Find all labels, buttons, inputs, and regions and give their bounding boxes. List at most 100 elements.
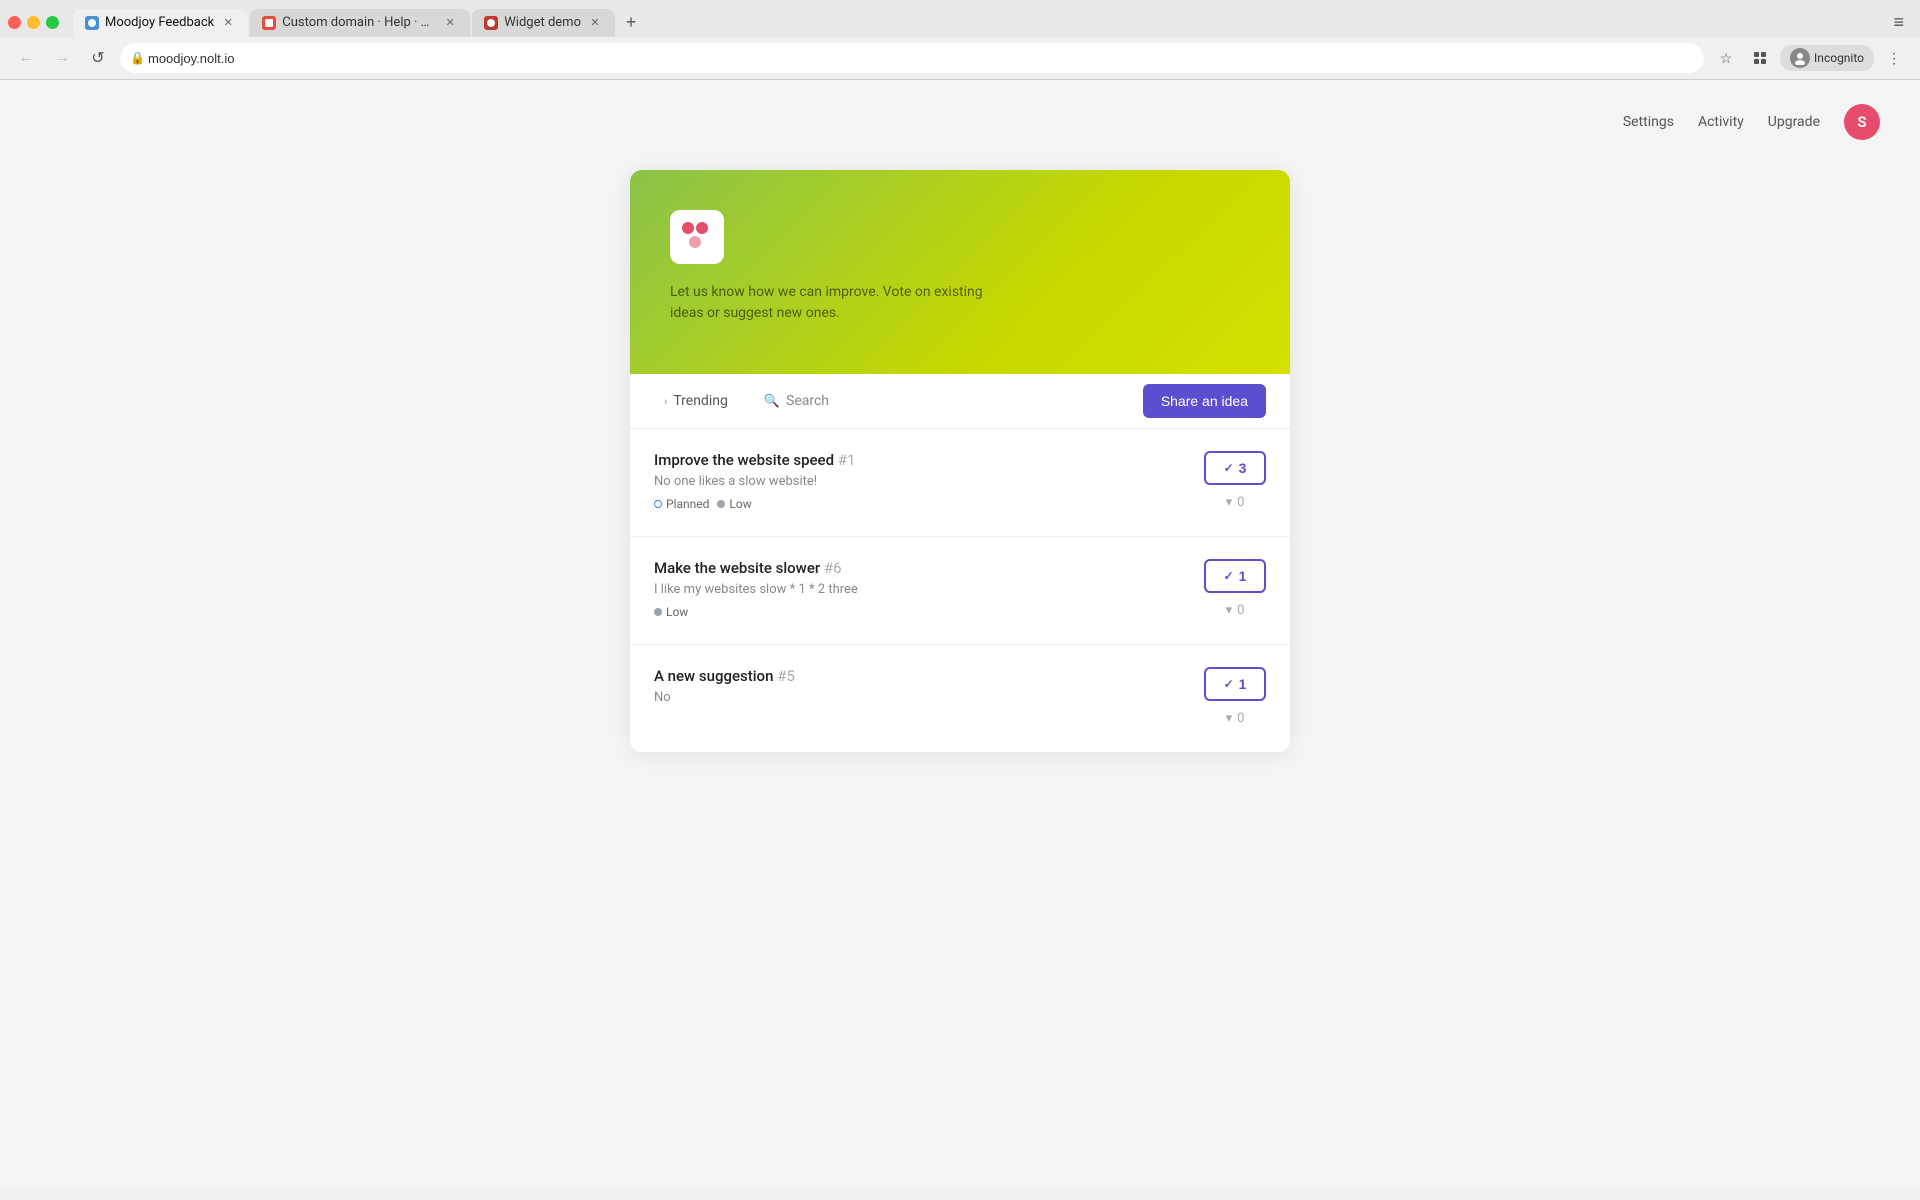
vote-up-button-3[interactable]: ✓ 1 (1204, 667, 1266, 701)
idea-tags-2: Low (654, 605, 1188, 619)
hero-banner: Let us know how we can improve. Vote on … (630, 170, 1290, 374)
idea-content-2: Make the website slower #6 I like my web… (654, 559, 1188, 619)
settings-link[interactable]: Settings (1623, 114, 1674, 130)
hero-description: Let us know how we can improve. Vote on … (670, 282, 990, 324)
forward-button[interactable]: → (48, 44, 76, 72)
tag-label-low-1: Low (729, 497, 751, 511)
window-controls (8, 16, 59, 29)
vote-check-icon-1: ✓ (1224, 461, 1234, 475)
maximize-button[interactable] (46, 16, 59, 29)
tab-overflow-button[interactable]: ≡ (1885, 8, 1912, 37)
vote-count-up-3: 1 (1239, 676, 1247, 692)
arrow-down-icon-3: ▾ (1226, 711, 1233, 726)
arrow-down-icon-2: ▾ (1226, 603, 1233, 618)
url-input[interactable] (120, 43, 1704, 73)
trending-button[interactable]: › Trending (654, 387, 738, 415)
close-button[interactable] (8, 16, 21, 29)
more-button[interactable]: ⋮ (1880, 44, 1908, 72)
idea-title-2[interactable]: Make the website slower #6 (654, 559, 1188, 577)
chevron-right-icon: › (664, 395, 667, 408)
logo-dot-2 (696, 222, 708, 234)
idea-title-1[interactable]: Improve the website speed #1 (654, 451, 1188, 469)
vote-down-1[interactable]: ▾ 0 (1218, 491, 1253, 514)
tag-label-planned: Planned (666, 497, 709, 511)
idea-description-3: No (654, 690, 1188, 705)
vote-down-3[interactable]: ▾ 0 (1218, 707, 1253, 730)
tab-bar: Moodjoy Feedback ✕ Custom domain · Help … (0, 0, 1920, 37)
vote-widget-1: ✓ 3 ▾ 0 (1204, 451, 1266, 514)
tab-label-3: Widget demo (504, 15, 581, 30)
idea-description-1: No one likes a slow website! (654, 474, 1188, 489)
tab-moodjoy[interactable]: Moodjoy Feedback ✕ (73, 9, 248, 37)
top-nav: Settings Activity Upgrade S (1583, 80, 1920, 164)
idea-number-1: #1 (838, 451, 856, 469)
arrow-down-icon-1: ▾ (1226, 495, 1233, 510)
vote-count-up-2: 1 (1239, 568, 1247, 584)
tab-favicon-1 (85, 16, 99, 30)
minimize-button[interactable] (27, 16, 40, 29)
tab-label-2: Custom domain · Help · Nolt (282, 15, 436, 30)
tab-widget-demo[interactable]: Widget demo ✕ (472, 9, 615, 37)
incognito-icon (1790, 48, 1810, 68)
address-bar: ← → ↺ 🔒 ☆ (0, 37, 1920, 79)
incognito-badge[interactable]: Incognito (1780, 45, 1874, 71)
tab-close-3[interactable]: ✕ (587, 15, 603, 31)
vote-widget-2: ✓ 1 ▾ 0 (1204, 559, 1266, 622)
tab-close-2[interactable]: ✕ (442, 15, 458, 31)
new-tab-button[interactable]: + (617, 9, 645, 37)
tab-close-1[interactable]: ✕ (220, 15, 236, 31)
tag-dot-planned (654, 500, 662, 508)
idea-title-text-1: Improve the website speed (654, 451, 834, 469)
idea-number-3: #5 (777, 667, 795, 685)
idea-title-3[interactable]: A new suggestion #5 (654, 667, 1188, 685)
tab-label-1: Moodjoy Feedback (105, 15, 214, 30)
idea-item-3: A new suggestion #5 No ✓ 1 ▾ 0 (630, 645, 1290, 752)
main-card: Let us know how we can improve. Vote on … (630, 170, 1290, 752)
logo-dots (682, 222, 712, 252)
reload-button[interactable]: ↺ (84, 44, 112, 72)
logo-dot-1 (682, 222, 694, 234)
tab-custom-domain[interactable]: Custom domain · Help · Nolt ✕ (250, 9, 470, 37)
idea-title-text-3: A new suggestion (654, 667, 773, 685)
trending-label: Trending (673, 393, 728, 409)
back-button[interactable]: ← (12, 44, 40, 72)
tag-planned: Planned (654, 497, 709, 511)
search-button[interactable]: 🔍 Search (754, 387, 839, 415)
lock-icon: 🔒 (130, 51, 145, 65)
vote-check-icon-2: ✓ (1224, 569, 1234, 583)
vote-check-icon-3: ✓ (1224, 677, 1234, 691)
browser-actions: ☆ Incognito ⋮ (1712, 44, 1908, 72)
tag-low-1: Low (717, 497, 751, 511)
activity-link[interactable]: Activity (1698, 114, 1744, 130)
logo-dot-3 (689, 236, 701, 248)
vote-widget-3: ✓ 1 ▾ 0 (1204, 667, 1266, 730)
tag-dot-low-2 (654, 608, 662, 616)
bookmark-button[interactable]: ☆ (1712, 44, 1740, 72)
incognito-label: Incognito (1814, 51, 1864, 65)
share-idea-button[interactable]: Share an idea (1143, 384, 1266, 418)
tag-low-2: Low (654, 605, 688, 619)
browser-chrome: Moodjoy Feedback ✕ Custom domain · Help … (0, 0, 1920, 80)
vote-count-down-2: 0 (1237, 603, 1244, 618)
avatar[interactable]: S (1844, 104, 1880, 140)
idea-number-2: #6 (824, 559, 842, 577)
idea-content-1: Improve the website speed #1 No one like… (654, 451, 1188, 511)
idea-item-1: Improve the website speed #1 No one like… (630, 429, 1290, 537)
toolbar: › Trending 🔍 Search Share an idea (630, 374, 1290, 429)
vote-down-2[interactable]: ▾ 0 (1218, 599, 1253, 622)
idea-description-2: I like my websites slow * 1 * 2 three (654, 582, 1188, 597)
vote-count-up-1: 3 (1239, 460, 1247, 476)
page-content: Settings Activity Upgrade S Let us know … (0, 80, 1920, 1190)
tag-label-low-2: Low (666, 605, 688, 619)
vote-count-down-1: 0 (1237, 495, 1244, 510)
idea-item-2: Make the website slower #6 I like my web… (630, 537, 1290, 645)
idea-tags-1: Planned Low (654, 497, 1188, 511)
upgrade-link[interactable]: Upgrade (1768, 114, 1820, 130)
idea-title-text-2: Make the website slower (654, 559, 820, 577)
extensions-button[interactable] (1746, 44, 1774, 72)
url-container: 🔒 (120, 43, 1704, 73)
search-icon: 🔍 (764, 394, 780, 409)
vote-up-button-2[interactable]: ✓ 1 (1204, 559, 1266, 593)
vote-up-button-1[interactable]: ✓ 3 (1204, 451, 1266, 485)
tab-favicon-2 (262, 16, 276, 30)
